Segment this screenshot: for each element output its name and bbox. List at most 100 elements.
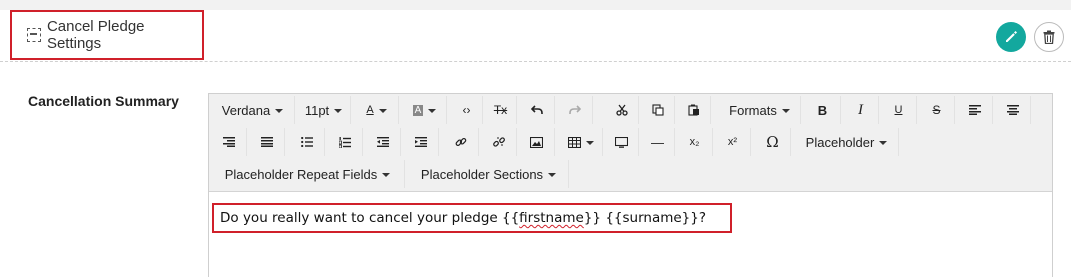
placeholder-sections-dropdown[interactable]: Placeholder Sections [409,160,569,188]
subscript-button[interactable]: x₂ [677,128,713,156]
rich-text-editor: Verdana 11pt A A ‹› Tx Formats B I U S —… [208,93,1053,277]
chevron-down-icon [378,108,387,113]
outdent-icon [376,137,389,147]
copy-icon [651,104,664,116]
redo-button[interactable] [557,96,593,124]
chevron-down-icon [585,140,594,145]
undo-icon [530,105,543,114]
placeholder-repeat-fields-dropdown[interactable]: Placeholder Repeat Fields [211,160,405,188]
numbered-list-button[interactable] [327,128,363,156]
background-color-button[interactable]: A [403,96,447,124]
superscript-button[interactable]: x² [715,128,751,156]
strikethrough-button[interactable]: S [919,96,955,124]
font-size-dropdown[interactable]: 11pt [297,96,351,124]
table-dropdown[interactable] [559,128,603,156]
outdent-button[interactable] [365,128,401,156]
clear-format-icon: Tx [493,103,508,117]
editor-text-part-2: }} {{surname}}? [583,210,707,226]
undo-button[interactable] [519,96,555,124]
placeholder-label: Placeholder [805,134,875,150]
chevron-down-icon [275,108,284,113]
chevron-down-icon [548,172,557,177]
placeholder-repeat-label: Placeholder Repeat Fields [224,166,378,182]
insert-link-button[interactable] [443,128,479,156]
bullet-list-button[interactable] [289,128,325,156]
italic-button[interactable]: I [843,96,879,124]
font-family-dropdown[interactable]: Verdana [211,96,295,124]
align-right-button[interactable] [211,128,247,156]
strikethrough-icon: S [932,103,941,117]
omega-icon: Ω [766,133,779,151]
editor-text: Do you really want to cancel your pledge… [220,210,706,226]
insert-image-button[interactable] [519,128,555,156]
source-code-button[interactable]: ‹› [451,96,483,124]
monitor-icon [615,136,628,148]
spelling-error-word[interactable]: firstname [519,210,584,226]
pencil-icon [1006,31,1017,42]
chevron-down-icon [334,108,343,113]
background-color-icon: A [412,104,424,116]
align-left-button[interactable] [957,96,993,124]
scissors-icon [615,104,628,116]
code-icon: ‹› [462,103,471,117]
editor-text-highlight: Do you really want to cancel your pledge… [212,203,732,233]
section-title-highlight: Cancel Pledge Settings [10,10,204,60]
bold-button[interactable]: B [805,96,841,124]
field-label: Cancellation Summary [28,93,179,109]
superscript-icon: x² [727,136,738,148]
preview-button[interactable] [605,128,639,156]
chevron-down-icon [879,140,888,145]
trash-icon [1043,30,1055,44]
placeholder-dropdown[interactable]: Placeholder [795,128,899,156]
horizontal-rule-button[interactable]: — [641,128,675,156]
font-size-value: 11pt [304,102,330,118]
subscript-icon: x₂ [689,136,700,148]
editor-text-part-1: Do you really want to cancel your pledge… [220,210,520,226]
text-color-button[interactable]: A [355,96,399,124]
horizontal-rule-icon: — [651,134,664,150]
align-justify-icon [260,137,273,147]
unlink-icon [492,137,505,147]
content-area: Cancellation Summary Verdana 11pt A A ‹›… [0,62,1071,277]
indent-button[interactable] [403,128,439,156]
formats-dropdown[interactable]: Formats [719,96,801,124]
section-header: Cancel Pledge Settings [0,10,1071,62]
delete-button[interactable] [1034,22,1064,52]
underline-button[interactable]: U [881,96,917,124]
remove-link-button[interactable] [481,128,517,156]
chevron-down-icon [781,108,790,113]
align-center-icon [1006,105,1019,115]
editor-body[interactable]: Do you really want to cancel your pledge… [209,192,1052,277]
dashed-box-icon [27,28,41,42]
bullet-list-icon [300,137,313,147]
image-icon [530,136,543,148]
table-icon [567,136,581,148]
chevron-down-icon [428,108,437,113]
editor-toolbar: Verdana 11pt A A ‹› Tx Formats B I U S —… [209,94,1052,192]
section-title: Cancel Pledge Settings [46,18,145,52]
copy-button[interactable] [641,96,675,124]
underline-icon: U [894,104,903,116]
redo-icon [568,105,581,114]
paste-icon [687,104,699,116]
font-family-value: Verdana [221,102,271,118]
clear-formatting-button[interactable]: Tx [485,96,517,124]
paste-button[interactable] [677,96,711,124]
link-icon [455,137,466,146]
special-character-button[interactable]: Ω [755,128,791,156]
placeholder-sections-label: Placeholder Sections [420,166,544,182]
align-left-icon [968,105,981,115]
align-justify-button[interactable] [249,128,285,156]
text-color-icon: A [366,104,374,116]
formats-label: Formats [729,102,777,118]
italic-icon: I [858,101,863,118]
page: Cancel Pledge Settings Cancellation Summ… [0,0,1071,277]
chevron-down-icon [382,172,391,177]
align-right-icon [222,137,235,147]
bold-icon: B [817,102,828,118]
cut-button[interactable] [605,96,639,124]
edit-button[interactable] [996,22,1026,52]
numbered-list-icon [338,136,351,148]
align-center-button[interactable] [995,96,1031,124]
indent-icon [414,137,427,147]
